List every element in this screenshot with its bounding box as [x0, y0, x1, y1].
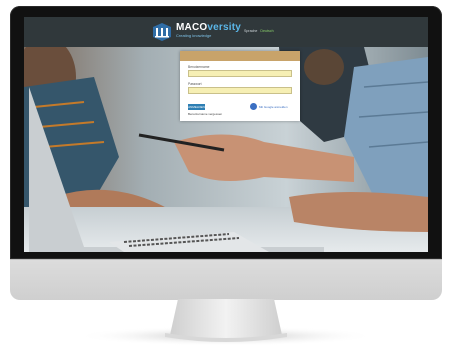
- monitor-stand: [76, 299, 376, 346]
